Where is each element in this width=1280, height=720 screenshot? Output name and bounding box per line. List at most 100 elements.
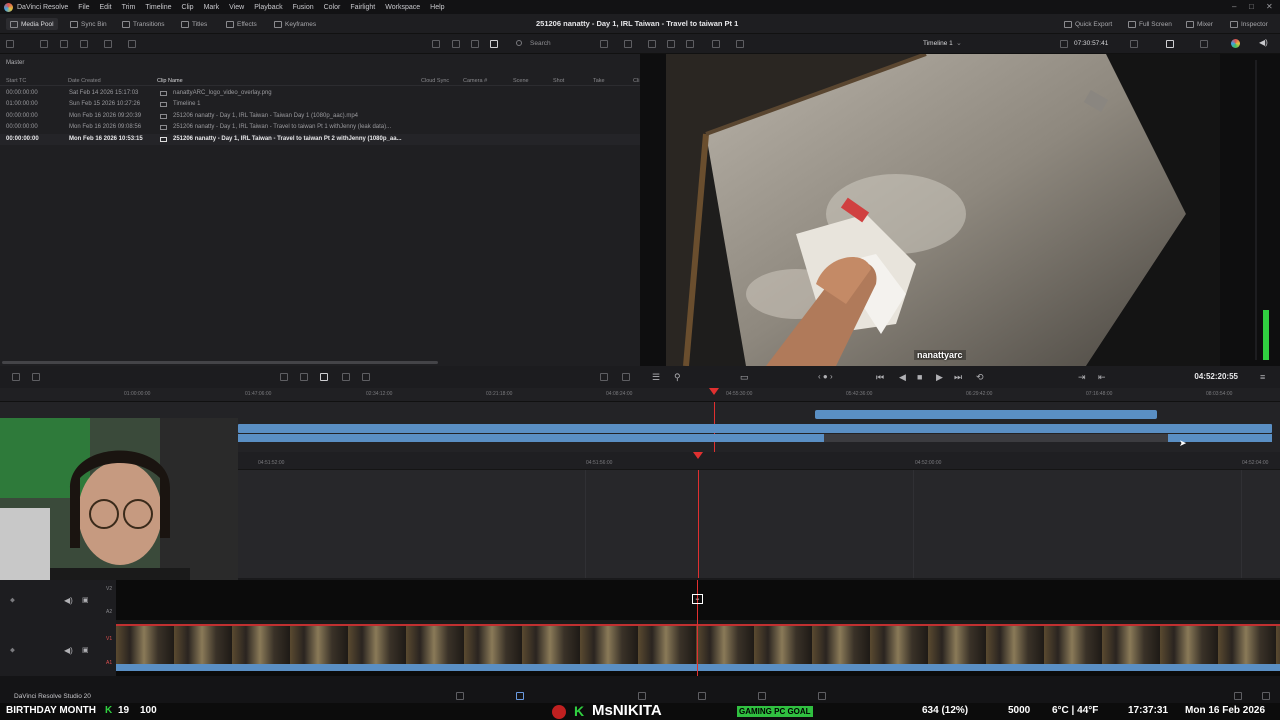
speaker-icon[interactable]: ◀) [1259,38,1268,47]
metadata-view-icon[interactable] [432,40,440,48]
link-icon[interactable] [128,40,136,48]
video-clip-v1[interactable] [116,626,1280,664]
clip-row[interactable]: 00:00:00:00 Mon Feb 16 2026 09:20:39 251… [0,111,640,122]
full-screen-button[interactable]: Full Screen [1124,18,1176,30]
quick-export-button[interactable]: Quick Export [1060,18,1116,30]
thumbnail-view-icon[interactable] [452,40,460,48]
chevron-down-icon[interactable]: ⌄ [956,39,962,47]
jog-control[interactable]: ‹ ● › [818,372,833,381]
viewer-layout-icon[interactable] [648,40,656,48]
keyframes-button[interactable]: Keyframes [270,18,320,30]
overview-clip-v1[interactable] [238,424,1272,433]
transform-icon[interactable] [1200,40,1208,48]
new-bin-icon[interactable] [40,40,48,48]
viewer-single-icon[interactable] [667,40,675,48]
viewer-grid-icon[interactable] [712,40,720,48]
menu-mark[interactable]: Mark [204,4,220,11]
track-lock-icon[interactable]: ⬥ [10,647,15,655]
insert-clip-icon[interactable] [280,373,288,381]
audio-clip-a1[interactable] [116,664,1280,671]
deliver-page-icon[interactable] [818,692,826,700]
col-start-tc[interactable]: Start TC [6,78,26,84]
viewer-tools-icon[interactable] [736,40,744,48]
fit-to-fill-icon[interactable] [622,373,630,381]
play-button[interactable]: ▶ [936,372,943,383]
settings-icon[interactable] [1262,692,1270,700]
filmstrip-view-icon[interactable] [471,40,479,48]
media-page-icon[interactable] [456,692,464,700]
col-scene[interactable]: Scene [513,78,529,84]
track-lock-icon[interactable]: ⬥ [10,597,15,605]
replace-clip-icon[interactable] [320,373,328,381]
home-icon[interactable] [1234,692,1242,700]
col-shot[interactable]: Shot [553,78,564,84]
timeline-empty-area[interactable] [238,470,1280,578]
append-icon[interactable] [600,373,608,381]
color-icon[interactable] [1231,39,1240,48]
inspector-button[interactable]: Inspector [1226,18,1272,30]
maximize-icon[interactable]: □ [1249,2,1254,11]
speaker-icon[interactable]: ▭ [740,372,749,383]
menu-workspace[interactable]: Workspace [385,4,420,11]
transitions-button[interactable]: Transitions [118,18,169,30]
menu-edit[interactable]: Edit [100,4,112,11]
clip-row-selected[interactable]: 00:00:00:00 Mon Feb 16 2026 10:53:15 251… [0,134,640,145]
fusion-page-icon[interactable] [698,692,706,700]
timeline-ruler-detail[interactable]: 04:51:52:00 04:51:56:00 04:52:00:00 04:5… [238,452,1280,470]
display-mode-icon[interactable] [1166,40,1174,48]
overview-clip-a1[interactable] [238,434,824,442]
panel-toggle-icon[interactable] [6,40,14,48]
go-to-start-button[interactable]: ⏮ [876,372,884,383]
menu-playback[interactable]: Playback [254,4,282,11]
titles-button[interactable]: Titles [177,18,211,30]
col-cloud-sync[interactable]: Cloud Sync [421,78,449,84]
menu-fairlight[interactable]: Fairlight [350,4,375,11]
col-camera[interactable]: Camera # [463,78,487,84]
clip-row[interactable]: 01:00:00:00 Sun Feb 15 2026 10:27:26 Tim… [0,99,640,110]
step-back-button[interactable]: ◀ [899,372,906,383]
track-display-icon[interactable]: ▣ [82,596,89,604]
col-date-created[interactable]: Date Created [68,78,101,84]
loop-button[interactable]: ⟲ [976,372,984,383]
track-display-icon[interactable]: ▣ [82,646,89,654]
overwrite-clip-icon[interactable] [300,373,308,381]
media-pool-button[interactable]: Media Pool [6,18,58,30]
viewer-size-icon[interactable] [1130,40,1138,48]
place-on-top-icon[interactable] [342,373,350,381]
clip-row[interactable]: 00:00:00:00 Sat Feb 14 2026 15:17:03 nan… [0,88,640,99]
edit-page-icon[interactable] [638,692,646,700]
ripple-overwrite-icon[interactable] [362,373,370,381]
menu-fusion[interactable]: Fusion [293,4,314,11]
sliders-icon[interactable]: ☰ [652,372,660,383]
refresh-icon[interactable] [104,40,112,48]
sync-icon[interactable] [80,40,88,48]
timeline-ruler-overview[interactable]: 01:00:00:00 01:47:06:00 02:34:12:00 03:2… [0,388,1280,402]
horizontal-scrollbar[interactable] [2,361,438,364]
timecode-display[interactable]: 04:52:20:55 [1194,372,1238,381]
list-view-icon[interactable] [490,40,498,48]
menu-trim[interactable]: Trim [122,4,136,11]
col-clip-name[interactable]: Clip Name [157,78,183,84]
col-take[interactable]: Take [593,78,605,84]
folder-icon[interactable] [60,40,68,48]
minimize-icon[interactable]: – [1232,2,1236,11]
sync-bin-button[interactable]: Sync Bin [66,18,111,30]
cut-page-icon[interactable] [516,692,524,700]
viewer-dual-icon[interactable] [686,40,694,48]
menu-view[interactable]: View [229,4,244,11]
clip-row[interactable]: 00:00:00:00 Mon Feb 16 2026 09:08:56 251… [0,122,640,133]
next-clip-button[interactable]: ⇥ [1078,372,1086,383]
pointer-tool-icon[interactable] [12,373,20,381]
timeline-selector[interactable]: Timeline 1 [923,40,953,47]
menu-help[interactable]: Help [430,4,444,11]
trim-tool-icon[interactable] [32,373,40,381]
mixer-button[interactable]: Mixer [1182,18,1217,30]
track-mute-icon[interactable]: ◀) [64,596,73,605]
col-clip-extra[interactable]: Cli [633,78,639,84]
menu-icon[interactable]: ≡ [1260,372,1265,382]
track-mute-icon[interactable]: ◀) [64,646,73,655]
prev-clip-button[interactable]: ⇤ [1098,372,1106,383]
menu-clip[interactable]: Clip [182,4,194,11]
playhead-marker-overview[interactable] [709,388,719,395]
menu-timeline[interactable]: Timeline [145,4,171,11]
